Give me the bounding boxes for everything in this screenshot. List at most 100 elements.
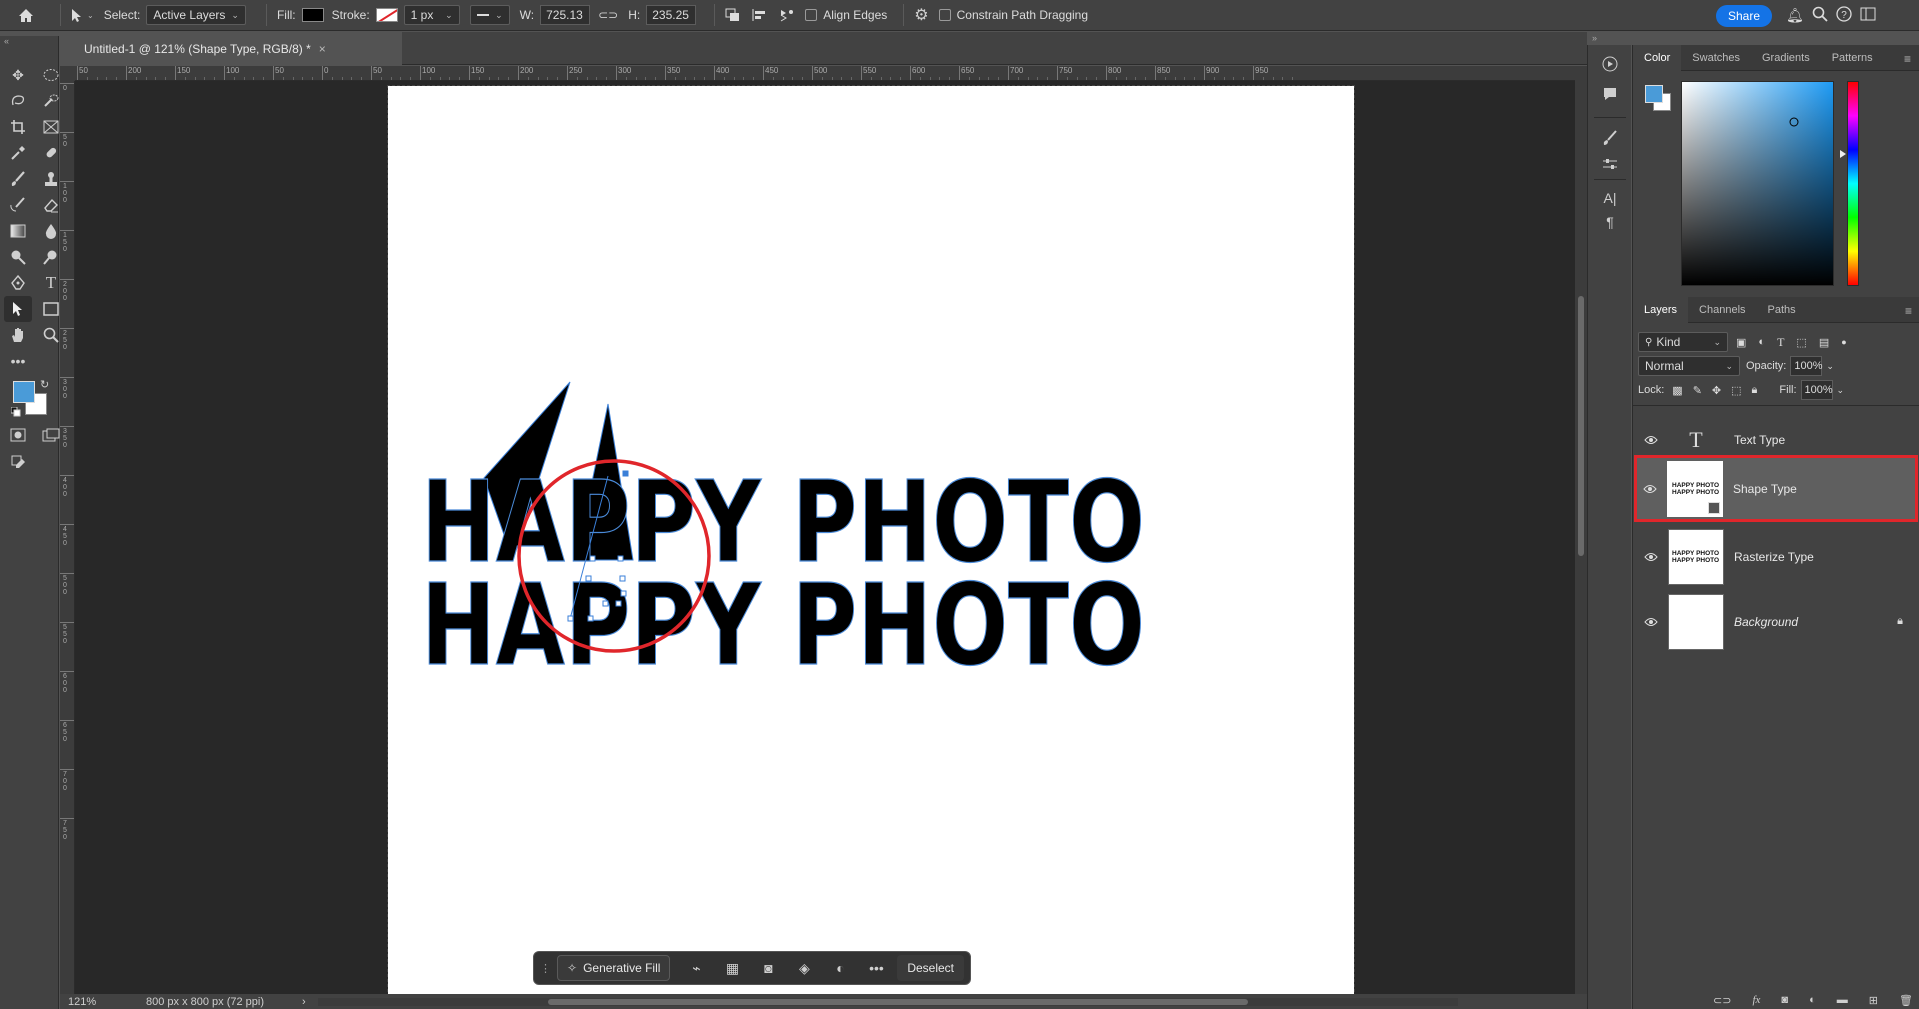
width-input[interactable]: 725.13 [540,5,591,25]
chevron-down-icon[interactable]: ⌄ [1826,361,1834,372]
workspace-icon[interactable] [1860,6,1876,22]
link-layers-icon[interactable]: ⊂⊃ [1713,994,1731,1007]
fill-swatch[interactable] [301,8,324,22]
history-brush-tool-icon[interactable] [7,194,29,216]
bell-icon[interactable]: 🔔︎ [1786,7,1804,24]
hand-tool-icon[interactable] [7,324,29,346]
fill-input[interactable]: 100% [1800,380,1833,400]
horizontal-ruler[interactable]: 50 200 150 100 50 0 50 100 150 200 250 300 350 400 450… [75,66,1575,81]
lock-image-icon[interactable]: ✎ [1693,384,1702,397]
layer-name[interactable]: Text Type [1734,433,1785,447]
dodge-tool-icon[interactable] [7,246,29,268]
stroke-swatch[interactable] [375,8,398,22]
align-edges-checkbox[interactable] [805,9,818,21]
screen-mode-icon[interactable] [40,424,62,446]
link-icon[interactable]: ⊂⊃ [598,8,618,22]
hue-slider[interactable] [1847,81,1859,286]
panel-menu-icon[interactable]: ≡ [1905,304,1912,318]
shape-filter-icon[interactable]: ⬚ [1796,336,1806,349]
visibility-eye-icon[interactable] [1638,617,1664,627]
add-mask-icon[interactable]: ◙ [1781,994,1788,1006]
edit-toolbar-icon[interactable] [7,450,29,472]
layer-row-shape-type[interactable]: HAPPY PHOTO HAPPY PHOTO Shape Type [1634,455,1918,522]
lock-artboard-icon[interactable]: ⬚ [1731,384,1741,397]
vertical-ruler[interactable]: 0 5 0 1 0 0 1 5 0 2 0 0 2 5 0 3 0 0 3 5 0 4 0 0 4… [60,81,75,994]
fill-selection-icon[interactable]: ◈ [786,955,822,981]
tab-gradients[interactable]: Gradients [1751,45,1821,71]
lock-position-icon[interactable]: ✥ [1712,384,1721,397]
opacity-input[interactable]: 100% [1790,356,1823,376]
rectangle-tool-icon[interactable] [40,298,62,320]
hue-slider-handle[interactable] [1840,150,1846,158]
pixel-filter-icon[interactable]: ▣ [1736,336,1746,349]
gear-icon[interactable]: ⚙ [914,5,928,25]
quick-mask-icon[interactable] [7,424,29,446]
path-alignment-icon[interactable] [751,8,767,22]
brush-settings-icon[interactable] [1599,127,1621,149]
smart-object-filter-icon[interactable]: ▤ [1819,336,1829,349]
tab-color[interactable]: Color [1633,44,1682,71]
home-icon[interactable] [18,8,34,23]
move-tool-icon[interactable]: ✥ [7,64,29,86]
marquee-tool-icon[interactable] [40,64,62,86]
text-type-text[interactable]: HAPPY PHOTO [420,560,1145,691]
layer-name[interactable]: Rasterize Type [1734,550,1814,564]
height-input[interactable]: 235.25 [646,5,697,25]
panel-menu-icon[interactable]: ≡ [1904,52,1911,66]
lasso-tool-icon[interactable] [7,90,29,112]
mask-icon[interactable]: ◙ [750,955,786,981]
path-operations-icon[interactable] [725,8,741,22]
crop-tool-icon[interactable] [7,116,29,138]
document-info[interactable]: 800 px x 800 px (72 ppi) [146,996,296,1008]
layer-row-rasterize-type[interactable]: HAPPY PHOTO HAPPY PHOTO Rasterize Type [1638,525,1915,588]
transform-selection-icon[interactable]: ▦ [714,955,750,981]
zoom-tool-icon[interactable] [40,324,62,346]
more-tools-icon[interactable]: ••• [7,350,29,372]
adjustments-sliders-icon[interactable] [1599,153,1621,175]
eraser-tool-icon[interactable] [40,194,62,216]
swap-colors-icon[interactable]: ↻ [40,378,49,391]
foreground-color-swatch[interactable] [13,381,35,403]
chevron-right-icon[interactable]: › [302,996,306,1008]
adjustment-filter-icon[interactable]: ◐ [1758,336,1765,348]
lock-transparent-icon[interactable]: ▩ [1672,384,1682,397]
color-panel-foreground-swatch[interactable] [1645,85,1663,103]
stroke-style-dropdown[interactable]: ⌄ [469,5,510,25]
scroll-thumb[interactable] [1578,296,1584,556]
learn-icon[interactable] [1599,53,1621,75]
layer-style-icon[interactable]: fx [1752,994,1760,1006]
stroke-width-field[interactable]: 1 px ⌄ [403,5,460,25]
color-picker-field[interactable] [1681,81,1834,286]
delete-layer-icon[interactable]: 🗑︎ [1899,994,1913,1007]
tab-patterns[interactable]: Patterns [1821,45,1884,71]
new-layer-icon[interactable]: ⊞ [1869,994,1878,1007]
layer-row-background[interactable]: Background 🔒︎ [1638,590,1915,653]
generative-fill-button[interactable]: ✧ Generative Fill [557,955,671,981]
tab-paths[interactable]: Paths [1757,297,1807,323]
layer-name[interactable]: Background [1734,615,1798,629]
type-tool-icon[interactable]: T [40,272,62,294]
path-selection-tool-icon[interactable] [4,296,32,322]
brush-tool-icon[interactable] [7,168,29,190]
help-icon[interactable]: ? [1836,6,1852,22]
adjustment-icon[interactable]: ◐ [822,955,858,981]
tab-channels[interactable]: Channels [1688,297,1756,323]
visibility-eye-icon[interactable] [1638,435,1664,445]
blur-tool-icon[interactable] [40,220,62,242]
filter-toggle-icon[interactable]: ● [1841,337,1846,347]
share-button[interactable]: Share [1716,5,1772,27]
search-icon[interactable] [1812,6,1828,22]
default-colors-icon[interactable] [11,407,21,417]
blend-mode-dropdown[interactable]: Normal ⌄ [1638,356,1740,376]
visibility-eye-icon[interactable] [1638,552,1664,562]
zoom-alt-tool-icon[interactable] [40,246,62,268]
collapse-arrows-icon[interactable]: » [1592,33,1597,43]
select-dropdown[interactable]: Active Layers ⌄ [146,5,246,25]
constrain-path-checkbox[interactable] [938,9,951,21]
select-subject-icon[interactable]: ⌁ [678,955,714,981]
gradient-tool-icon[interactable] [7,220,29,242]
path-arrangement-icon[interactable] [777,8,795,22]
deselect-button[interactable]: Deselect [897,955,964,981]
chevron-down-icon[interactable]: ⌄ [1837,385,1845,396]
vertical-scrollbar[interactable] [1575,66,1587,994]
